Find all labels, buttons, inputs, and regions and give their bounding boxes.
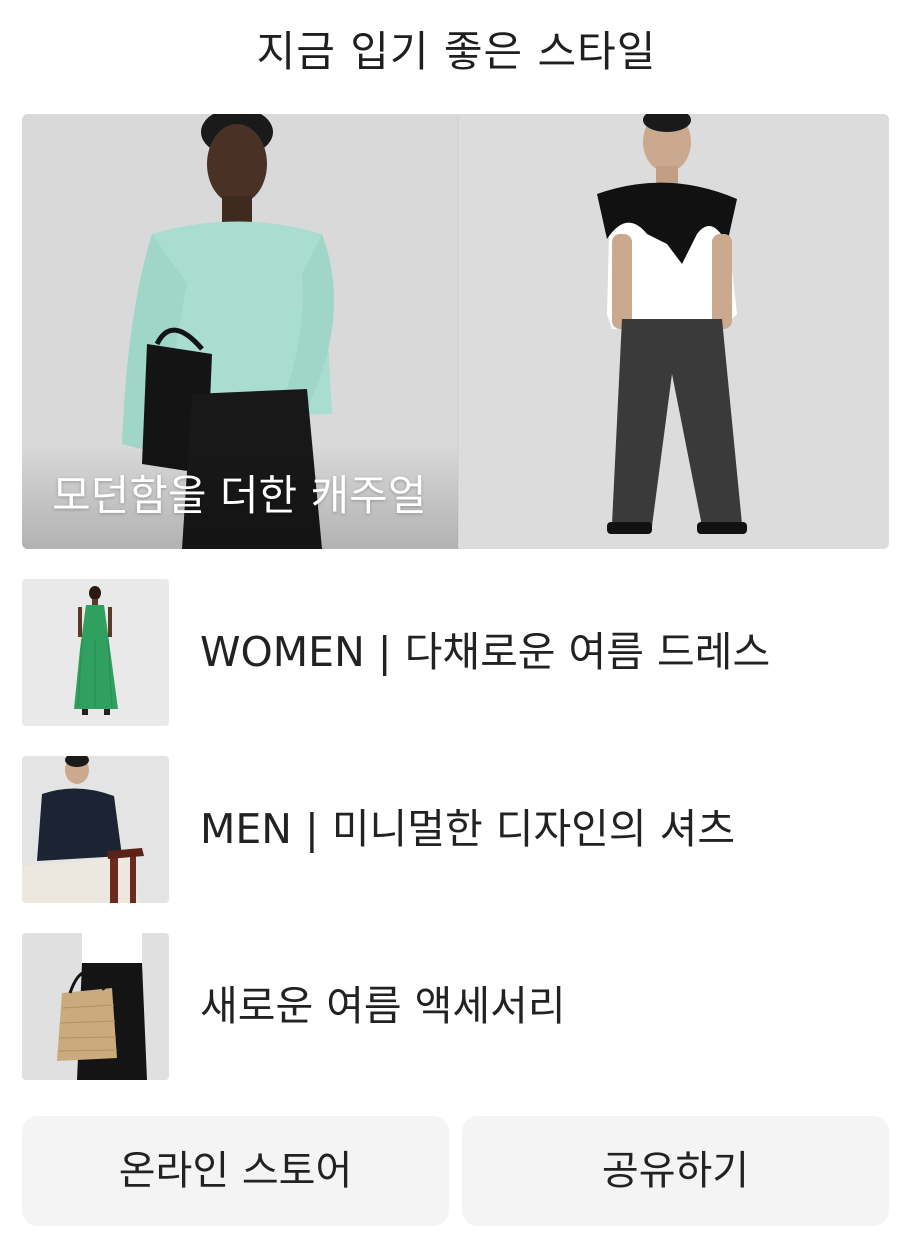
list-item-men-shirts[interactable]: MEN | 미니멀한 디자인의 셔츠	[22, 756, 889, 903]
page-title: 지금 입기 좋은 스타일	[256, 27, 657, 76]
list-item-women-dresses[interactable]: WOMEN | 다채로운 여름 드레스	[22, 579, 889, 726]
share-button[interactable]: 공유하기	[462, 1116, 889, 1226]
thumbnail-accessory-bag	[22, 933, 169, 1080]
online-store-button[interactable]: 온라인 스토어	[22, 1116, 449, 1226]
list-item-label: MEN | 미니멀한 디자인의 셔츠	[200, 805, 736, 853]
list-item-label: WOMEN | 다채로운 여름 드레스	[200, 628, 771, 676]
hero-caption: 모던함을 더한 캐주얼	[52, 471, 427, 520]
list-item-accessories[interactable]: 새로운 여름 액세서리	[22, 933, 889, 1080]
thumbnail-men-shirt	[22, 756, 169, 903]
list-item-label: 새로운 여름 액세서리	[200, 982, 566, 1030]
thumbnail-women-dress	[22, 579, 169, 726]
